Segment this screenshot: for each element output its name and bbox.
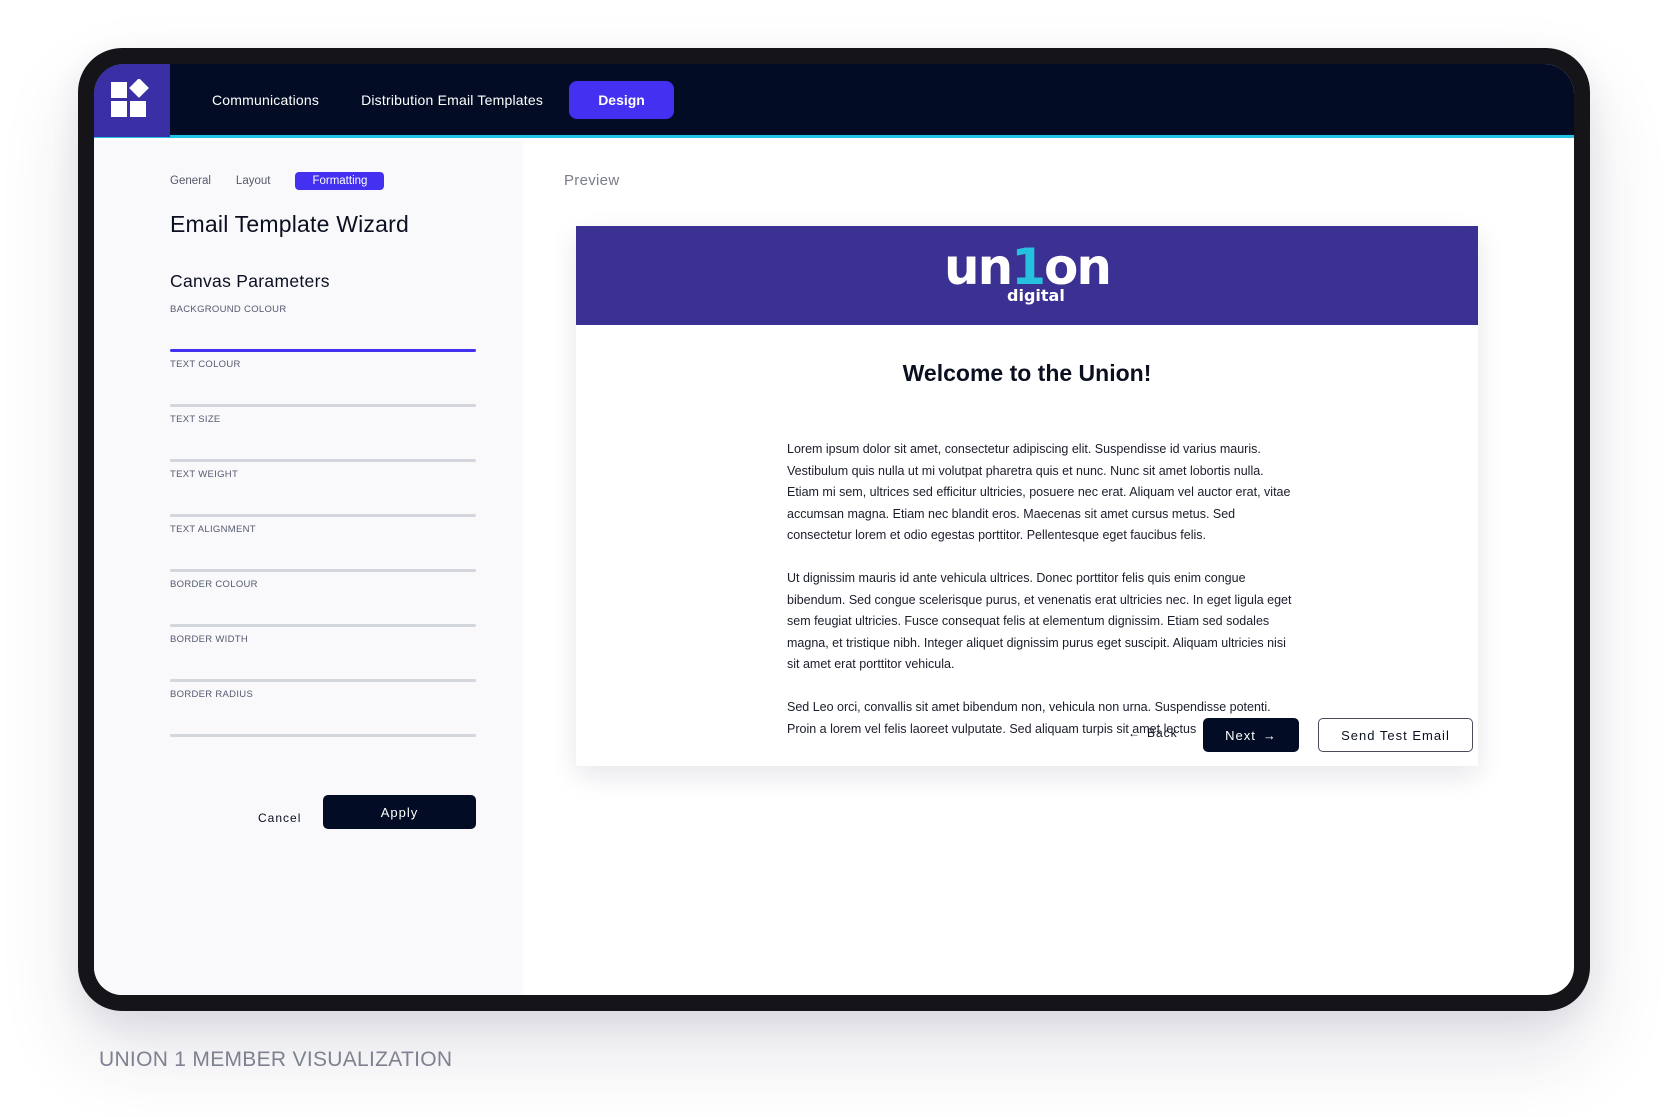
preview-label: Preview [564, 172, 620, 189]
back-label: Back [1147, 726, 1178, 740]
email-paragraph: Ut dignissim mauris id ante vehicula ult… [787, 571, 1292, 671]
cancel-button[interactable]: Cancel [258, 811, 301, 825]
next-label: Next [1225, 727, 1256, 743]
nav-design[interactable]: Design [569, 80, 675, 119]
field-label: TEXT SIZE [170, 414, 221, 425]
arrow-right-icon: → [1262, 727, 1277, 743]
field-underline [170, 404, 476, 407]
field-label: BORDER COLOUR [170, 579, 258, 590]
text-colour-field[interactable]: TEXT COLOUR [170, 359, 476, 407]
email-heading: Welcome to the Union! [902, 360, 1152, 386]
field-underline [170, 514, 476, 517]
email-preview: un1on digital Welcome to the Union! Lore… [576, 226, 1478, 766]
top-nav-bar: Communications Distribution Email Templa… [94, 64, 1574, 138]
field-underline [170, 624, 476, 627]
text-alignment-field[interactable]: TEXT ALIGNMENT [170, 524, 476, 572]
field-label: TEXT COLOUR [170, 359, 241, 370]
background-colour-field[interactable]: BACKGROUND COLOUR [170, 304, 476, 352]
nav-distribution-email-templates[interactable]: Distribution Email Templates [361, 92, 543, 108]
back-button[interactable]: ← Back [1128, 726, 1178, 740]
field-label: BACKGROUND COLOUR [170, 304, 287, 315]
wizard-panel: General Layout Formatting Email Template… [94, 141, 523, 995]
tab-general[interactable]: General [170, 175, 211, 187]
next-button[interactable]: Next → [1203, 718, 1299, 752]
apply-button[interactable]: Apply [323, 795, 476, 829]
app-screen: Communications Distribution Email Templa… [94, 64, 1574, 995]
field-underline [170, 349, 476, 352]
field-label: BORDER RADIUS [170, 689, 254, 700]
field-label: BORDER WIDTH [170, 634, 249, 645]
brand-subtitle: digital [1007, 286, 1065, 305]
arrow-left-icon: ← [1128, 726, 1141, 740]
tab-layout[interactable]: Layout [236, 175, 271, 187]
nav-communications[interactable]: Communications [212, 92, 319, 108]
wizard-tabs: General Layout Formatting [170, 172, 385, 190]
field-underline [170, 459, 476, 462]
field-label: TEXT ALIGNMENT [170, 524, 256, 535]
email-paragraph: Lorem ipsum dolor sit amet, consectetur … [787, 442, 1291, 542]
send-test-email-button[interactable]: Send Test Email [1318, 718, 1473, 752]
app-logo[interactable] [94, 64, 170, 137]
brand-prefix: un [944, 238, 1013, 296]
page-title: Email Template Wizard [170, 211, 409, 237]
text-size-field[interactable]: TEXT SIZE [170, 414, 476, 462]
caption-text: UNION 1 MEMBER VISUALIZATION [99, 1048, 453, 1071]
border-radius-field[interactable]: BORDER RADIUS [170, 689, 476, 737]
tab-formatting[interactable]: Formatting [295, 172, 385, 190]
blocks-logo-icon [111, 78, 149, 117]
text-weight-field[interactable]: TEXT WEIGHT [170, 469, 476, 517]
field-label: TEXT WEIGHT [170, 469, 239, 480]
email-body: Lorem ipsum dolor sit amet, consectetur … [787, 439, 1299, 762]
field-underline [170, 569, 476, 572]
border-colour-field[interactable]: BORDER COLOUR [170, 579, 476, 627]
section-title: Canvas Parameters [170, 271, 330, 291]
field-underline [170, 679, 476, 682]
field-underline [170, 734, 476, 737]
device-frame: Communications Distribution Email Templa… [78, 48, 1590, 1011]
border-width-field[interactable]: BORDER WIDTH [170, 634, 476, 682]
email-header-banner: un1on digital [576, 226, 1478, 325]
